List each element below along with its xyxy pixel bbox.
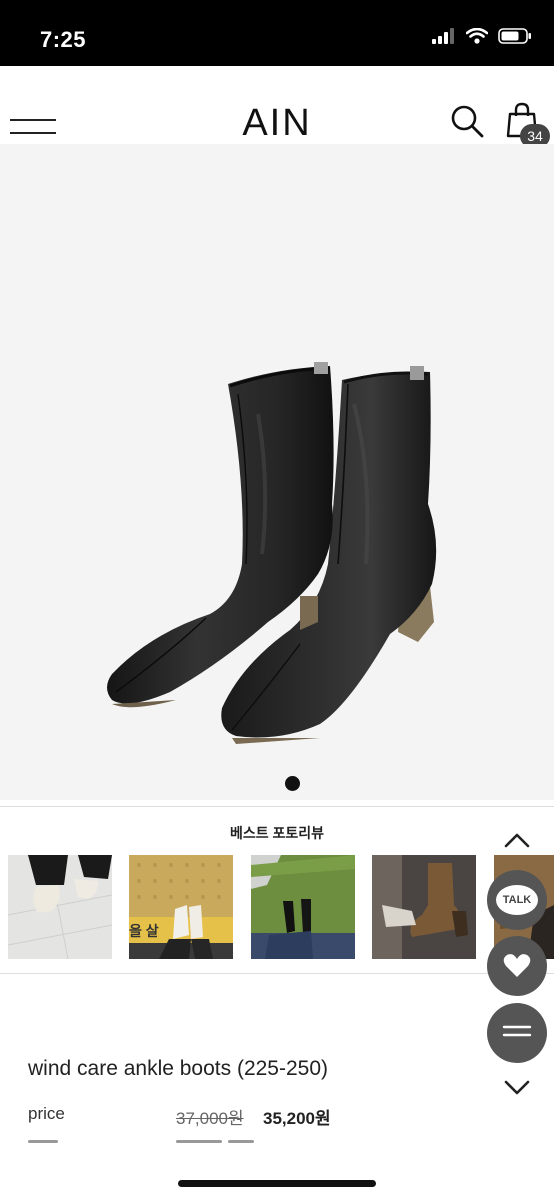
clipped-text xyxy=(176,1140,222,1143)
review-photo-image xyxy=(251,855,355,959)
status-time: 7:25 xyxy=(40,27,87,52)
review-thumbnail[interactable] xyxy=(8,855,112,959)
clipped-text xyxy=(28,1140,58,1143)
cart-button[interactable]: 34 xyxy=(506,102,550,148)
wishlist-button[interactable] xyxy=(487,936,547,996)
review-thumbnail[interactable] xyxy=(372,855,476,959)
home-indicator[interactable] xyxy=(178,1180,376,1187)
price-label: price xyxy=(28,1104,65,1123)
search-icon[interactable] xyxy=(450,104,484,138)
bottom-area xyxy=(0,1150,554,1200)
wifi-icon xyxy=(466,28,488,44)
best-photo-reviews: 베스트 포토리뷰 을 살 xyxy=(0,806,554,974)
original-price: 37,000원 xyxy=(176,1109,244,1128)
black-ankle-boots-image xyxy=(107,362,437,744)
site-header: AIN 34 xyxy=(0,102,554,148)
menu-lines-icon xyxy=(502,1025,532,1037)
review-photo-image xyxy=(8,855,112,959)
review-photo-image xyxy=(372,855,476,959)
review-thumbnail[interactable]: 을 살 xyxy=(129,855,233,959)
battery-icon xyxy=(498,28,531,44)
heart-icon xyxy=(503,954,531,977)
review-photo-image xyxy=(129,855,233,959)
product-name: wind care ankle boots (225-250) xyxy=(28,1057,329,1080)
status-bar: 7:25 xyxy=(0,0,554,66)
floating-menu-button[interactable] xyxy=(487,1003,547,1063)
talk-icon: TALK xyxy=(496,885,538,915)
review-thumbnail[interactable] xyxy=(251,855,355,959)
signal-icon xyxy=(432,28,454,44)
kakao-talk-button[interactable]: TALK xyxy=(487,870,547,930)
carousel-dot-active[interactable] xyxy=(285,776,300,791)
sale-price: 35,200원 xyxy=(263,1109,331,1128)
scroll-up-chevron-icon[interactable] xyxy=(502,830,532,850)
status-icons xyxy=(432,28,532,44)
reviews-title: 베스트 포토리뷰 xyxy=(229,825,325,841)
scroll-down-chevron-icon[interactable] xyxy=(502,1078,532,1098)
clipped-text xyxy=(228,1140,254,1143)
review-sign-text: 을 살 xyxy=(129,923,159,939)
product-image[interactable] xyxy=(0,144,554,800)
